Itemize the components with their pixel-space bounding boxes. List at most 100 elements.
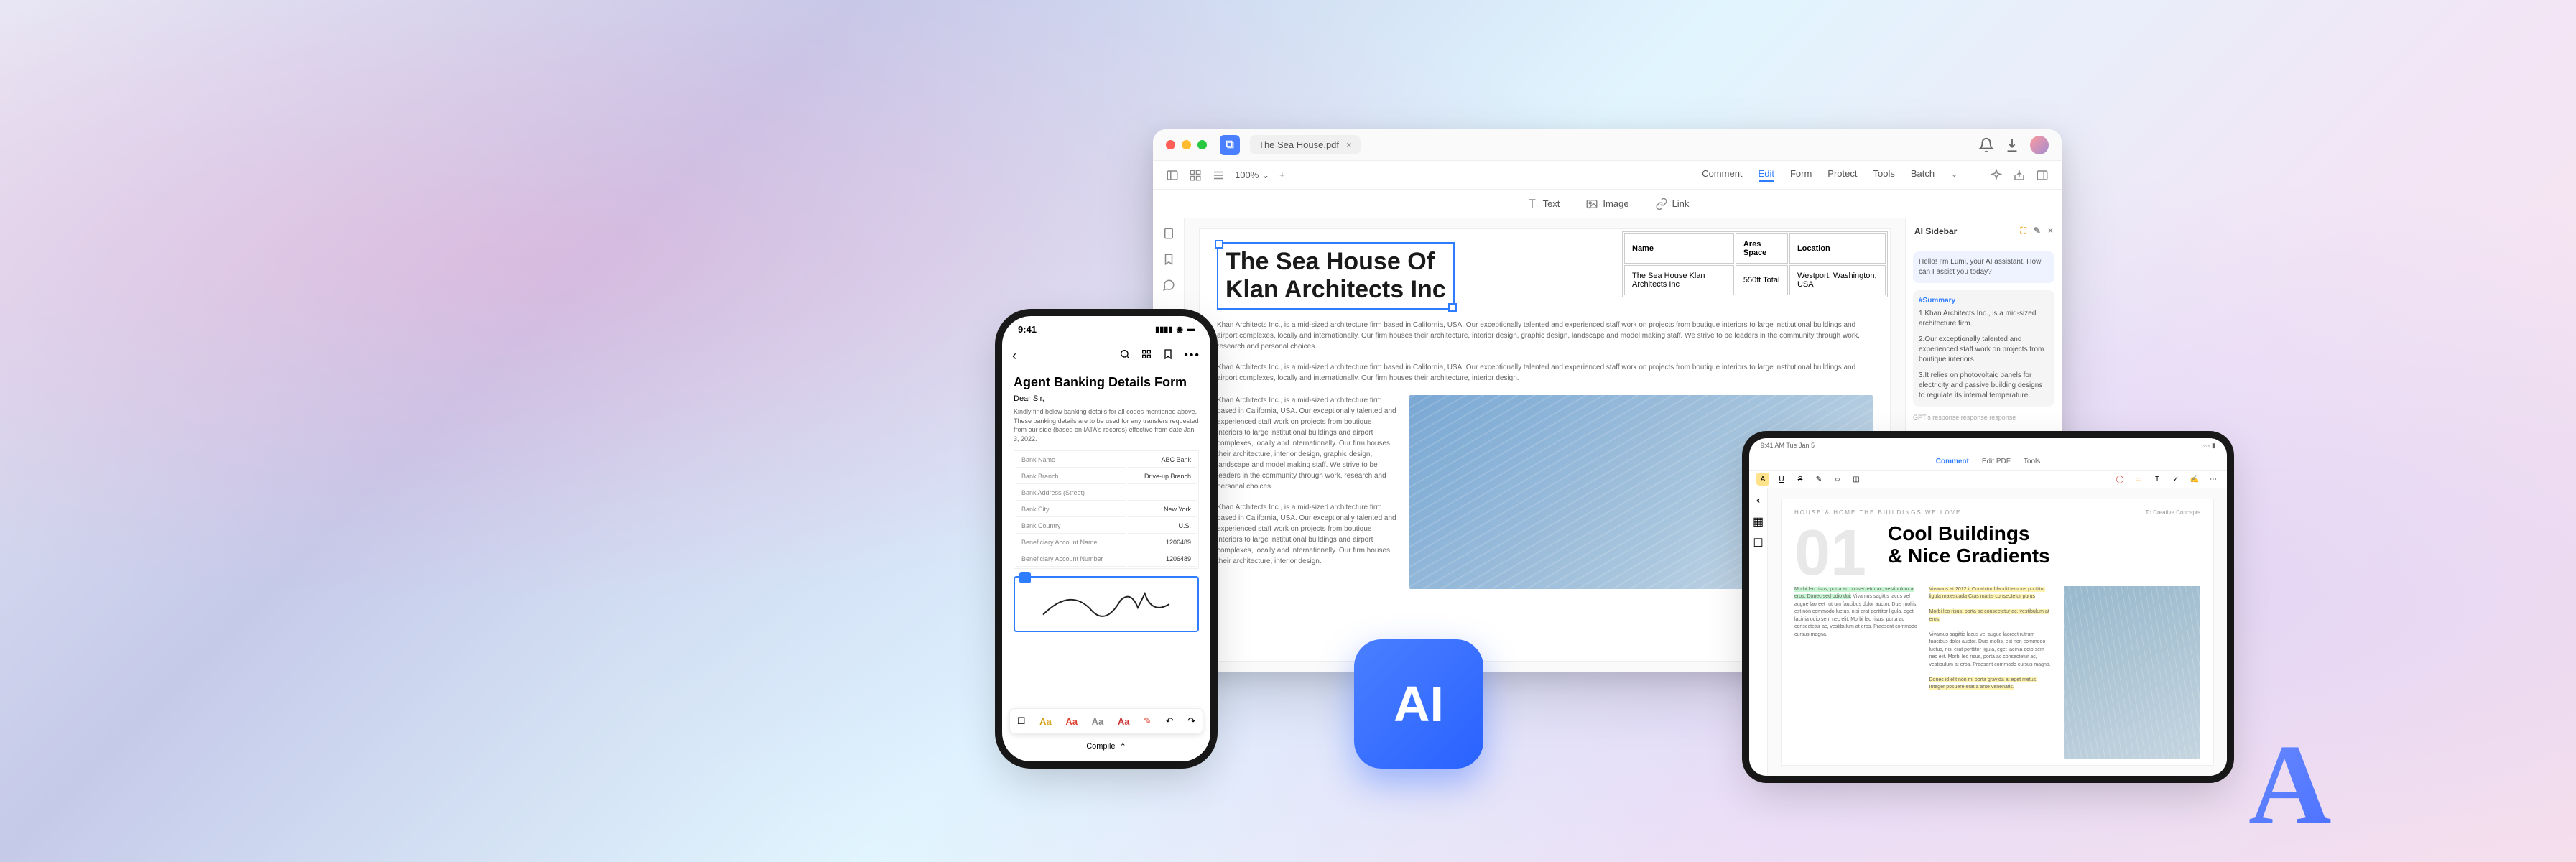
close-window-button[interactable] [1166, 140, 1175, 149]
add-link-label: Link [1672, 198, 1690, 209]
page-header-right: To Creative Concepts [2146, 509, 2200, 516]
signature-field[interactable] [1014, 576, 1199, 632]
tablet-time: 9:41 AM Tue Jan 5 [1761, 442, 1815, 449]
new-chat-icon[interactable]: ✎ [2034, 226, 2041, 236]
zoom-in-button[interactable]: + [1279, 170, 1285, 180]
more-icon[interactable]: ••• [1184, 349, 1200, 362]
menu-protect[interactable]: Protect [1827, 168, 1857, 182]
menu-edit[interactable]: Edit [1759, 168, 1774, 182]
compile-label[interactable]: Compile [1086, 742, 1115, 751]
page-headline: Cool Buildings & Nice Gradients [1888, 523, 2200, 567]
pen-tool-icon[interactable]: ✎ [1812, 473, 1825, 486]
notifications-icon[interactable] [1978, 137, 1994, 153]
ai-summary-tag: #Summary [1919, 296, 2049, 306]
image-icon [1585, 198, 1598, 210]
text-style-button[interactable]: Aa [1039, 716, 1052, 727]
document-column-text: Khan Architects Inc., is a mid-sized arc… [1217, 502, 1396, 567]
close-tab-icon[interactable]: × [1346, 139, 1352, 150]
sidebar-toggle-icon[interactable] [1166, 169, 1179, 182]
more-tools-icon[interactable]: ⋯ [2207, 473, 2220, 486]
tablet-document-canvas[interactable]: HOUSE & HOME THE BUILDINGS WE LOVE To Cr… [1768, 488, 2227, 776]
phone-time: 9:41 [1018, 324, 1037, 335]
bookmark-icon[interactable]: ☐ [1753, 536, 1763, 550]
back-icon[interactable]: ‹ [1012, 348, 1016, 363]
zoom-out-button[interactable]: − [1295, 170, 1301, 180]
selected-text-box[interactable]: The Sea House Of Klan Architects Inc [1217, 242, 1455, 310]
chevron-up-icon[interactable]: ⌃ [1120, 742, 1126, 751]
window-titlebar: ⧉ The Sea House.pdf × [1153, 129, 2062, 161]
stamp-tool-icon[interactable]: ✓ [2169, 473, 2182, 486]
page-big-number: 01 [1794, 521, 1866, 585]
shape-tool-icon[interactable]: ◯ [2113, 473, 2126, 486]
ai-badge-label: AI [1394, 675, 1444, 733]
form-title: Agent Banking Details Form [1014, 375, 1199, 390]
phone-nav-bar: ‹ ••• [1002, 342, 1210, 369]
chevron-down-icon[interactable]: ⌄ [1950, 168, 1958, 182]
comment-icon[interactable] [1162, 279, 1175, 292]
panel-icon[interactable] [2036, 169, 2049, 182]
minimize-window-button[interactable] [1182, 140, 1191, 149]
highlighter-yellow-tool[interactable]: A [1756, 473, 1769, 486]
tab-edit-pdf[interactable]: Edit PDF [1982, 458, 2011, 465]
add-link-tool[interactable]: Link [1655, 198, 1690, 210]
highlighter-tool-icon[interactable]: ▱ [1831, 473, 1844, 486]
table-row: Bank CountryU.S. [1016, 519, 1197, 534]
document-tab[interactable]: The Sea House.pdf × [1250, 135, 1361, 154]
note-tool-icon[interactable]: ▭ [2132, 473, 2145, 486]
table-row: The Sea House Klan Architects Inc 550ft … [1624, 265, 1886, 295]
grid-icon[interactable] [1141, 348, 1152, 363]
share-icon[interactable] [2013, 169, 2026, 182]
undo-icon[interactable]: ↶ [1166, 715, 1174, 727]
user-avatar[interactable] [2030, 136, 2049, 154]
menu-batch[interactable]: Batch [1911, 168, 1935, 182]
bookmark-icon[interactable] [1162, 348, 1174, 363]
download-icon[interactable] [2004, 137, 2020, 153]
traffic-lights [1166, 140, 1207, 149]
menu-form[interactable]: Form [1790, 168, 1812, 182]
close-icon[interactable]: × [2048, 226, 2053, 236]
add-image-label: Image [1603, 198, 1628, 209]
text-style-button[interactable]: Aa [1118, 716, 1130, 727]
phone-mockup: 9:41 ▮▮▮▮ ◉ ▬ ‹ ••• Agent Banking Detail… [1002, 316, 1210, 761]
pen-tool-icon[interactable]: ✎ [1144, 715, 1152, 727]
tablet-page: HOUSE & HOME THE BUILDINGS WE LOVE To Cr… [1781, 499, 2214, 766]
add-text-tool[interactable]: Text [1526, 198, 1560, 210]
ai-sparkle-icon[interactable] [1990, 169, 2003, 182]
expand-icon[interactable]: ⛶ [2021, 226, 2026, 236]
tab-comment[interactable]: Comment [1936, 458, 1969, 465]
redo-icon[interactable]: ↷ [1187, 715, 1195, 727]
strikethrough-tool[interactable]: S [1794, 473, 1807, 486]
app-logo-icon: ⧉ [1220, 135, 1240, 155]
text-tool-icon[interactable]: T [2151, 473, 2164, 486]
thumbnails-icon[interactable] [1162, 227, 1175, 240]
link-icon [1655, 198, 1668, 210]
bookmark-icon[interactable] [1162, 253, 1175, 266]
underline-tool[interactable]: U [1775, 473, 1788, 486]
search-icon[interactable] [1119, 348, 1131, 363]
checkbox-tool-icon[interactable]: ☐ [1017, 715, 1026, 727]
list-view-icon[interactable] [1212, 169, 1225, 182]
highlighted-text: Morbi leo risus, porta ac consectetur ac… [1929, 609, 2049, 622]
maximize-window-button[interactable] [1197, 140, 1207, 149]
table-header: Ares Space [1736, 233, 1788, 264]
battery-icon: ▬ [1187, 325, 1195, 333]
grid-view-icon[interactable] [1189, 169, 1202, 182]
table-row: Bank NameABC Bank [1016, 453, 1197, 468]
menu-tools[interactable]: Tools [1873, 168, 1894, 182]
add-text-label: Text [1543, 198, 1560, 209]
add-image-tool[interactable]: Image [1585, 198, 1628, 210]
table-row: Bank Address (Street)- [1016, 486, 1197, 501]
tab-tools[interactable]: Tools [2024, 458, 2040, 465]
phone-format-toolbar: ☐ Aa Aa Aa Aa ✎ ↶ ↷ [1009, 708, 1203, 734]
table-row: Bank BranchDrive-up Branch [1016, 469, 1197, 484]
ai-gpt-note: GPT's response response response [1913, 414, 2054, 421]
text-style-button[interactable]: Aa [1092, 716, 1104, 727]
signature-tool-icon[interactable]: ✍ [2188, 473, 2201, 486]
thumbnails-icon[interactable]: ▦ [1753, 514, 1764, 529]
back-icon[interactable]: ‹ [1756, 494, 1760, 507]
document-paragraph: Khan Architects Inc., is a mid-sized arc… [1217, 362, 1873, 384]
text-style-button[interactable]: Aa [1065, 716, 1078, 727]
eraser-tool-icon[interactable]: ◫ [1850, 473, 1863, 486]
menu-comment[interactable]: Comment [1702, 168, 1742, 182]
zoom-control[interactable]: 100% ⌄ [1235, 170, 1269, 181]
